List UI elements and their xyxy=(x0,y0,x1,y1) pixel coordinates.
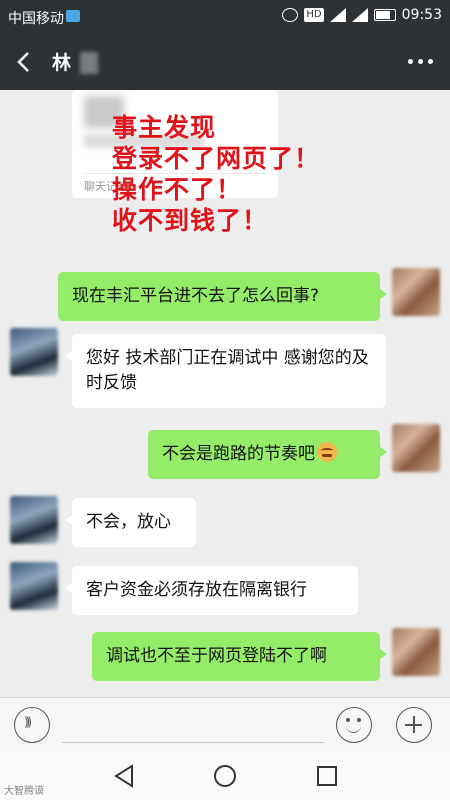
clock-time: 09:53 xyxy=(401,7,442,23)
back-button[interactable] xyxy=(8,42,44,80)
message-text: 您好 技术部门正在调试中 感谢您的及时反馈 xyxy=(86,348,369,393)
message-text: 不会，放心 xyxy=(86,512,171,532)
chat-header: 林 xyxy=(0,32,450,90)
my-avatar[interactable] xyxy=(392,268,440,316)
signal-icon xyxy=(329,8,346,22)
more-actions-button[interactable] xyxy=(396,707,432,743)
overlay-line: 登录不了网页了！ xyxy=(112,144,321,173)
contact-avatar[interactable] xyxy=(10,562,58,610)
my-avatar[interactable] xyxy=(392,628,440,676)
contact-avatar[interactable] xyxy=(10,328,58,376)
overlay-caption: 事主发现 登录不了网页了！ 操作不了！ 收不到钱了！ xyxy=(112,112,320,236)
nav-recents-icon[interactable] xyxy=(312,762,342,790)
chat-title: 林 xyxy=(52,52,72,74)
worried-face-icon xyxy=(317,442,337,462)
contact-avatar[interactable] xyxy=(10,496,58,544)
dot-icon xyxy=(428,59,433,64)
system-nav-bar: 大智腾谟 xyxy=(0,752,450,800)
more-options-button[interactable] xyxy=(406,48,436,74)
message-bubble-sent[interactable]: 现在丰汇平台进不去了怎么回事? xyxy=(58,272,387,321)
nav-back-icon[interactable] xyxy=(110,762,140,790)
hd-badge: HD xyxy=(304,8,324,22)
message-input-bar xyxy=(0,697,450,752)
message-bubble-received[interactable]: 您好 技术部门正在调试中 感谢您的及时反馈 xyxy=(65,334,386,408)
chevron-left-icon xyxy=(17,52,29,72)
message-text: 调试也不至于网页登陆不了啊 xyxy=(106,646,327,666)
overlay-line: 事主发现 xyxy=(112,113,217,142)
overlay-line: 收不到钱了！ xyxy=(112,206,269,235)
dot-icon xyxy=(408,59,413,64)
message-bubble-sent[interactable]: 调试也不至于网页登陆不了啊 xyxy=(92,632,387,681)
redacted-name-blur xyxy=(80,52,98,74)
message-text: 不会是跑路的节奏吧 xyxy=(162,444,315,464)
status-bar: 中国移动 HD 09:53 xyxy=(0,0,450,32)
status-icons: HD 09:53 xyxy=(282,7,442,23)
message-text: 现在丰汇平台进不去了怎么回事? xyxy=(72,286,320,306)
emoji-button[interactable] xyxy=(336,707,372,743)
dot-icon xyxy=(418,59,423,64)
nav-home-icon[interactable] xyxy=(210,762,240,790)
message-input[interactable] xyxy=(62,708,324,743)
alarm-icon xyxy=(282,8,299,22)
carrier-label: 中国移动 xyxy=(8,11,64,27)
battery-icon xyxy=(373,9,396,21)
carrier-icon xyxy=(66,10,80,22)
chat-area[interactable]: 聊天记录 事主发现 登录不了网页了！ 操作不了！ 收不到钱了！ 现在丰汇平台进不… xyxy=(0,90,450,697)
message-text: 客户资金必须存放在隔离银行 xyxy=(86,580,307,600)
signal-icon-2 xyxy=(351,8,368,22)
my-avatar[interactable] xyxy=(392,424,440,472)
watermark: 大智腾谟 xyxy=(4,786,44,797)
overlay-line: 操作不了！ xyxy=(112,175,243,204)
message-bubble-received[interactable]: 不会，放心 xyxy=(65,498,196,547)
message-bubble-sent[interactable]: 不会是跑路的节奏吧 xyxy=(148,430,387,479)
message-bubble-received[interactable]: 客户资金必须存放在隔离银行 xyxy=(65,566,358,615)
voice-input-button[interactable] xyxy=(14,707,50,743)
